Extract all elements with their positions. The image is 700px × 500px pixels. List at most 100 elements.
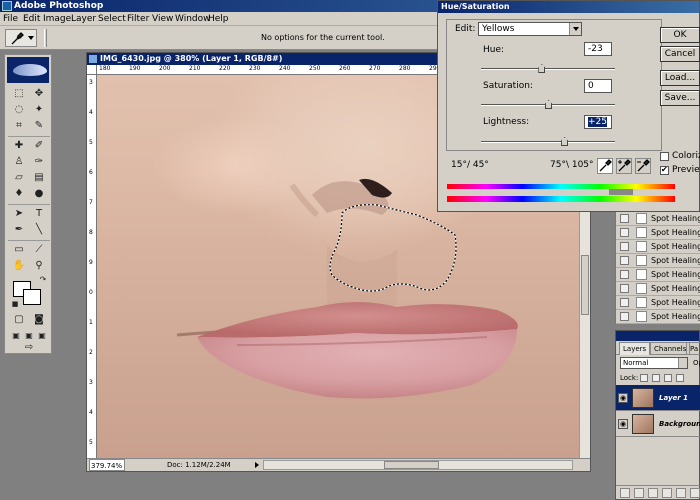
horizontal-scrollbar[interactable]	[263, 460, 573, 470]
link-layers-icon[interactable]	[620, 488, 630, 498]
layer-row[interactable]: ◉ Background	[616, 411, 700, 437]
slice-tool-icon[interactable]: ✎	[31, 119, 47, 133]
path-selection-tool-icon[interactable]: ➤	[11, 207, 27, 221]
magic-wand-tool-icon[interactable]: ✦	[31, 103, 47, 117]
lock-all-checkbox[interactable]	[676, 374, 684, 382]
menu-edit[interactable]: Edit	[23, 14, 40, 24]
preview-checkbox[interactable]	[660, 165, 669, 175]
dialog-title-bar[interactable]: Hue/Saturation	[438, 1, 699, 13]
history-snapshot-box[interactable]	[620, 228, 629, 237]
toolbox-header[interactable]	[7, 57, 49, 83]
eraser-tool-icon[interactable]: ▱	[11, 171, 27, 185]
color-range-bar[interactable]	[447, 189, 675, 195]
lasso-tool-icon[interactable]: ◌	[11, 103, 27, 117]
eye-icon[interactable]: ◉	[618, 393, 628, 403]
lightness-input[interactable]: +25	[584, 115, 612, 129]
vertical-ruler[interactable]: 3 4 5 6 7 8 9 0 1 2 3 4 5	[87, 75, 97, 459]
jump-to-imageready-icon[interactable]: ⇨	[19, 341, 39, 355]
tab-paths[interactable]: Pa	[686, 342, 700, 355]
history-item[interactable]: Spot Healing B	[616, 268, 700, 282]
vertical-scrollbar-thumb[interactable]	[581, 255, 589, 315]
eyedropper-button[interactable]	[597, 158, 613, 174]
layer-row[interactable]: ◉ Layer 1	[616, 385, 700, 411]
ok-button[interactable]: OK	[660, 27, 700, 43]
lock-position-checkbox[interactable]	[664, 374, 672, 382]
subtract-from-sample-eyedropper-button[interactable]	[635, 158, 651, 174]
pen-tool-icon[interactable]: ✒	[11, 223, 27, 237]
menu-image[interactable]: Image	[43, 14, 71, 24]
history-snapshot-box[interactable]	[620, 284, 629, 293]
crop-tool-icon[interactable]: ⌗	[11, 119, 27, 133]
lightness-slider[interactable]	[481, 137, 615, 146]
history-brush-tool-icon[interactable]: ✑	[31, 155, 47, 169]
notes-tool-icon[interactable]: ▭	[11, 243, 27, 257]
tab-channels[interactable]: Channels	[650, 342, 691, 355]
chevron-down-icon[interactable]	[678, 358, 687, 368]
zoom-level-field[interactable]: 379.74%	[89, 459, 125, 471]
saturation-input[interactable]: 0	[584, 79, 612, 93]
quick-mask-mode-icon[interactable]: ◙	[31, 313, 47, 327]
history-item[interactable]: Spot Healing B	[616, 226, 700, 240]
history-item[interactable]: Spot Healing B	[616, 212, 700, 226]
history-snapshot-box[interactable]	[620, 298, 629, 307]
move-tool-icon[interactable]: ✥	[31, 87, 47, 101]
menu-layer[interactable]: Layer	[71, 14, 96, 24]
healing-brush-tool-icon[interactable]: ✚	[11, 139, 27, 153]
menu-window[interactable]: Window	[175, 14, 211, 24]
blend-mode-select[interactable]: Normal	[620, 357, 688, 369]
brush-tool-icon[interactable]: ✐	[31, 139, 47, 153]
dodge-tool-icon[interactable]: ●	[31, 187, 47, 201]
ruler-origin[interactable]	[87, 65, 97, 75]
layer-style-icon[interactable]	[634, 488, 644, 498]
horizontal-scrollbar-thumb[interactable]	[384, 461, 439, 469]
history-item[interactable]: Spot Healing B	[616, 240, 700, 254]
type-tool-icon[interactable]: T	[31, 207, 47, 221]
chevron-down-icon[interactable]	[569, 23, 581, 35]
history-snapshot-box[interactable]	[620, 256, 629, 265]
background-color-swatch[interactable]	[23, 289, 41, 305]
save-button[interactable]: Save...	[660, 90, 700, 106]
colorize-checkbox[interactable]	[660, 152, 669, 161]
history-snapshot-box[interactable]	[620, 270, 629, 279]
status-menu-arrow-icon[interactable]	[255, 462, 259, 468]
load-button[interactable]: Load...	[660, 70, 700, 86]
marquee-tool-icon[interactable]: ⬚	[11, 87, 27, 101]
trash-icon[interactable]	[690, 488, 700, 498]
history-item[interactable]: Spot Healing B	[616, 310, 700, 324]
menu-select[interactable]: Select	[98, 14, 126, 24]
menu-filter[interactable]: Filter	[127, 14, 149, 24]
history-item[interactable]: Spot Healing B	[616, 254, 700, 268]
eye-icon[interactable]: ◉	[618, 419, 628, 429]
menu-view[interactable]: View	[152, 14, 173, 24]
history-snapshot-box[interactable]	[620, 242, 629, 251]
standard-mode-icon[interactable]: ▢	[11, 313, 27, 327]
zoom-tool-icon[interactable]: ⚲	[31, 259, 47, 273]
edit-range-select[interactable]: Yellows	[478, 22, 582, 36]
hue-input[interactable]: -23	[584, 42, 612, 56]
clone-stamp-tool-icon[interactable]: ♙	[11, 155, 27, 169]
saturation-slider[interactable]	[481, 100, 615, 109]
hue-slider[interactable]	[481, 64, 615, 73]
swap-colors-icon[interactable]: ↷	[35, 273, 51, 287]
tool-preset-picker[interactable]	[5, 29, 37, 47]
history-item[interactable]: Spot Healing B	[616, 296, 700, 310]
tab-layers[interactable]: Layers	[619, 342, 651, 355]
eyedropper-tool-icon[interactable]: ⟋	[31, 243, 47, 257]
cancel-button[interactable]: Cancel	[660, 46, 700, 62]
lock-image-checkbox[interactable]	[652, 374, 660, 382]
history-item[interactable]: Spot Healing B	[616, 282, 700, 296]
layer-mask-icon[interactable]	[648, 488, 658, 498]
gradient-tool-icon[interactable]: ▤	[31, 171, 47, 185]
menu-help[interactable]: Help	[208, 14, 229, 24]
blur-tool-icon[interactable]: ♦	[11, 187, 27, 201]
add-to-sample-eyedropper-button[interactable]	[616, 158, 632, 174]
lock-transparency-checkbox[interactable]	[640, 374, 648, 382]
new-group-icon[interactable]	[662, 488, 672, 498]
line-tool-icon[interactable]: ╲	[31, 223, 47, 237]
new-layer-icon[interactable]	[676, 488, 686, 498]
history-snapshot-box[interactable]	[620, 312, 629, 321]
layers-panel-title-bar[interactable]	[616, 331, 699, 341]
hand-tool-icon[interactable]: ✋	[11, 259, 27, 273]
default-colors-icon[interactable]: ■	[7, 297, 23, 311]
menu-file[interactable]: File	[3, 14, 18, 24]
